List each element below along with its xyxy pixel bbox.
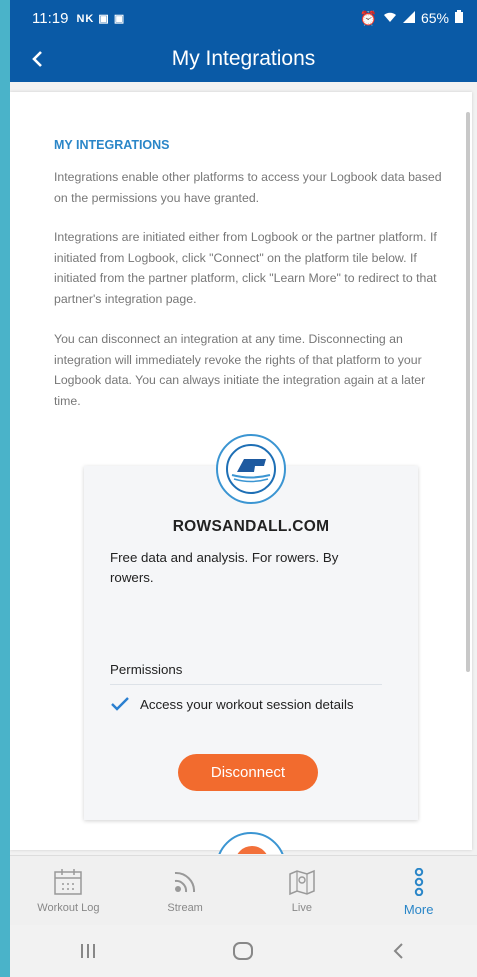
nav-item-workout-log[interactable]: Workout Log [10, 856, 127, 925]
next-integration-logo [216, 832, 286, 854]
notification-icons: NK ▣ ▣ [76, 12, 126, 25]
nav-label: Stream [167, 902, 203, 914]
chevron-left-icon [32, 51, 42, 67]
permission-item: Access your workout session details [110, 696, 354, 712]
page-title: My Integrations [171, 47, 316, 70]
alarm-icon: ⏰ [359, 9, 377, 26]
home-button[interactable] [223, 936, 263, 966]
integration-name: ROWSANDALL.COM [172, 518, 330, 535]
home-icon [233, 942, 254, 960]
recents-button[interactable] [68, 936, 108, 966]
integration-card: ROWSANDALL.COM Free data and analysis. F… [84, 466, 418, 820]
more-icon [414, 868, 423, 896]
broadcast-icon [175, 871, 196, 893]
phone-screen: 11:19 NK ▣ ▣ ⏰ 65% My Integrations MY IN… [10, 0, 477, 977]
back-button[interactable] [22, 44, 52, 74]
recents-icon [80, 944, 95, 958]
battery-percent: 65% [420, 10, 449, 26]
battery-icon [455, 10, 463, 26]
scrollbar[interactable] [466, 112, 470, 672]
nav-item-stream[interactable]: Stream [127, 856, 244, 925]
nav-item-live[interactable]: Live [244, 856, 361, 925]
status-time: 11:19 [32, 9, 69, 27]
intro-paragraph-3: You can disconnect an integration at any… [54, 332, 426, 408]
intro-paragraph-1: Integrations enable other platforms to a… [54, 170, 442, 205]
disconnect-button[interactable]: Disconnect [178, 754, 318, 791]
map-icon [289, 869, 315, 896]
permissions-label: Permissions [110, 662, 183, 677]
section-heading: MY INTEGRATIONS [54, 138, 170, 152]
app-bar: My Integrations [10, 36, 477, 82]
scroll-content[interactable]: MY INTEGRATIONS Integrations enable othe… [10, 82, 477, 854]
signal-icon [402, 10, 415, 26]
permission-text: Access your workout session details [140, 696, 354, 712]
intro-paragraph-2: Integrations are initiated either from L… [54, 230, 437, 306]
bottom-navigation: Workout Log Stream Live More [10, 855, 477, 925]
nav-label: Live [291, 902, 312, 914]
divider [110, 684, 382, 685]
checkmark-icon [111, 697, 129, 711]
integration-description: Free data and analysis. For rowers. By r… [110, 550, 339, 585]
nav-item-more[interactable]: More [360, 856, 477, 925]
wifi-icon [383, 10, 397, 26]
calendar-icon [54, 869, 83, 895]
integrations-panel: MY INTEGRATIONS Integrations enable othe… [10, 92, 472, 854]
rowsandall-logo [216, 434, 286, 504]
system-back-button[interactable] [379, 936, 419, 966]
chevron-left-icon [393, 943, 403, 959]
nav-label: Workout Log [37, 902, 100, 914]
status-bar: 11:19 NK ▣ ▣ ⏰ 65% [10, 0, 477, 36]
nav-label: More [403, 902, 434, 917]
system-navigation-bar [10, 925, 477, 977]
